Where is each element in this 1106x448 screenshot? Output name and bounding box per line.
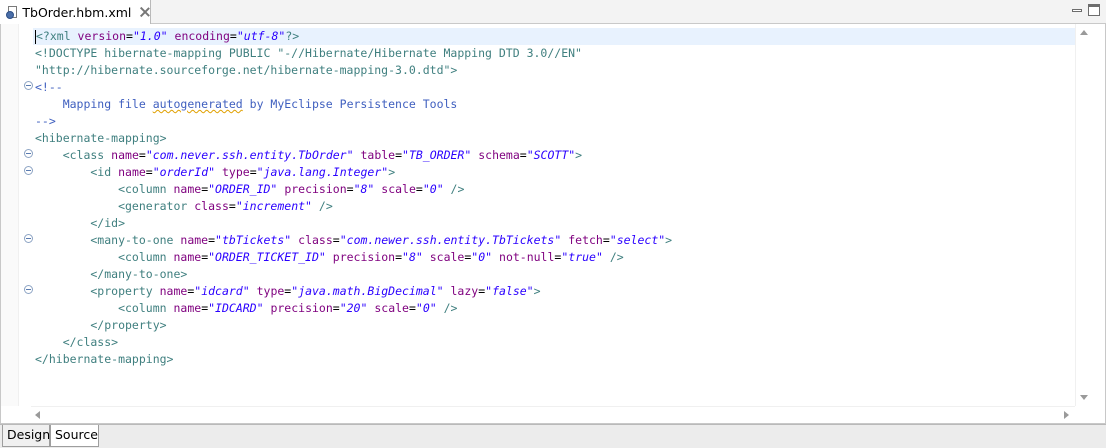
fold-toggle-icon[interactable] <box>24 149 33 158</box>
code-line-17: <column name="IDCARD" precision="20" sca… <box>35 301 458 315</box>
code-line-7: <hibernate-mapping> <box>35 131 167 145</box>
maximize-button[interactable] <box>1088 4 1100 16</box>
code-line-8: <class name="com.never.ssh.entity.TbOrde… <box>35 148 583 162</box>
code-line-4: <!-- <box>35 80 63 94</box>
code-line-3: "http://hibernate.sourceforge.net/hibern… <box>35 63 458 77</box>
code-text[interactable]: <?xml version="1.0" encoding="utf-8"?> <… <box>33 28 1075 368</box>
code-line-6: --> <box>35 114 56 128</box>
editor-tab-tborder[interactable]: TbOrder.hbm.xml <box>0 0 151 24</box>
editor-tab-bar: TbOrder.hbm.xml <box>0 0 1106 24</box>
tab-source[interactable]: Source <box>50 425 99 447</box>
scroll-right-icon[interactable] <box>1064 411 1069 419</box>
source-editor[interactable]: <?xml version="1.0" encoding="utf-8"?> <… <box>0 24 1106 424</box>
scrollbar-corner <box>1075 406 1092 423</box>
close-icon[interactable] <box>139 6 150 18</box>
code-line-15: </many-to-one> <box>35 267 188 281</box>
fold-toggle-icon[interactable] <box>24 81 33 90</box>
code-line-18: </property> <box>35 318 167 332</box>
fold-toggle-icon[interactable] <box>24 234 33 243</box>
code-line-19: </class> <box>35 335 119 349</box>
scroll-down-icon[interactable] <box>1080 395 1088 400</box>
code-line-13: <many-to-one name="tbTickets" class="com… <box>35 233 673 247</box>
editor-tab-title: TbOrder.hbm.xml <box>22 4 132 20</box>
horizontal-scrollbar[interactable] <box>31 406 1075 423</box>
code-line-10: <column name="ORDER_ID" precision="8" sc… <box>35 182 465 196</box>
fold-toggle-icon[interactable] <box>24 166 33 175</box>
code-line-11: <generator class="increment" /> <box>35 199 333 213</box>
code-line-2: <!DOCTYPE hibernate-mapping PUBLIC "-//H… <box>35 46 582 60</box>
scroll-up-icon[interactable] <box>1080 30 1088 35</box>
code-line-14: <column name="ORDER_TICKET_ID" precision… <box>35 250 624 264</box>
code-line-1: <?xml version="1.0" encoding="utf-8"?> <box>33 28 1075 45</box>
code-line-5: Mapping file autogenerated by MyEclipse … <box>35 97 458 111</box>
scroll-left-icon[interactable] <box>35 411 40 419</box>
vertical-scrollbar[interactable] <box>1075 24 1092 406</box>
xml-file-icon <box>6 5 18 19</box>
code-line-20: </hibernate-mapping> <box>35 352 174 366</box>
fold-toggle-icon[interactable] <box>24 285 33 294</box>
code-line-12: </id> <box>35 216 126 230</box>
code-line-9: <id name="orderId" type="java.lang.Integ… <box>35 165 396 179</box>
editor-mode-tabs: Design Source <box>0 424 1106 448</box>
overview-ruler <box>1 24 19 406</box>
code-line-16: <property name="idcard" type="java.math.… <box>35 284 541 298</box>
tab-design[interactable]: Design <box>2 425 50 447</box>
minimize-button[interactable] <box>1071 4 1083 16</box>
